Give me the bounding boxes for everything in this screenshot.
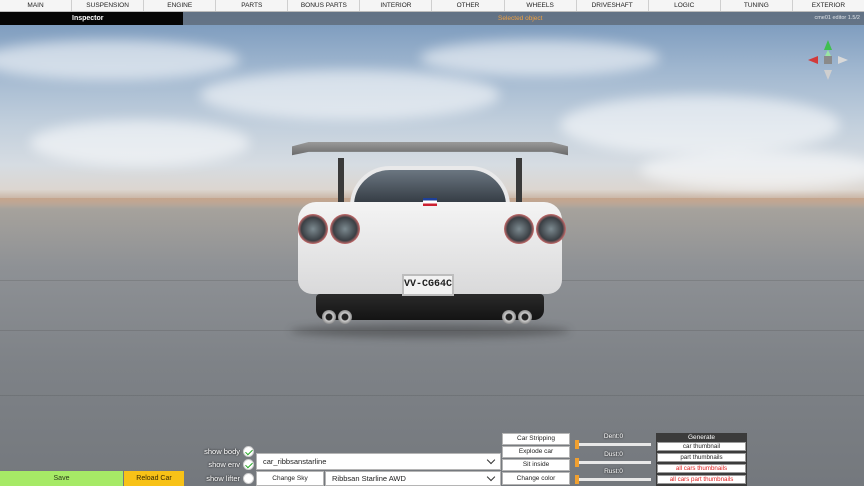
change-color-button[interactable]: Change color: [502, 472, 570, 485]
menu-item-logic[interactable]: LOGIC: [649, 0, 721, 11]
sit-inside-button[interactable]: Sit inside: [502, 459, 570, 471]
toggle-show-lifter[interactable]: show lifter: [186, 471, 254, 485]
sky-cloud: [420, 40, 660, 76]
toggle-show-env[interactable]: show env: [186, 457, 254, 471]
sky-cloud: [560, 95, 840, 155]
toggle-show-body[interactable]: show body: [186, 444, 254, 458]
generate-car-thumbnail-button[interactable]: car thumbnail: [657, 442, 746, 451]
tail-light: [298, 214, 328, 244]
menu-item-suspension[interactable]: SUSPENSION: [72, 0, 145, 11]
checkbox-show-lifter[interactable]: [243, 472, 254, 484]
exhaust-tip: [518, 310, 532, 324]
generate-panel: Generate car thumbnail part thumbnails a…: [656, 433, 747, 486]
axis-gizmo-icon[interactable]: [806, 38, 850, 82]
slider-handle[interactable]: [575, 458, 579, 467]
menu-item-other[interactable]: OTHER: [432, 0, 505, 11]
slider-track[interactable]: [575, 461, 651, 464]
menu-item-wheels[interactable]: WHEELS: [505, 0, 577, 11]
rear-spoiler: [292, 142, 568, 156]
chevron-down-icon: [486, 455, 496, 465]
save-button[interactable]: Save: [0, 471, 123, 486]
dust-slider-label: Dust:0: [604, 451, 623, 458]
generate-title: Generate: [687, 434, 716, 441]
car-shadow: [290, 324, 570, 338]
dent-slider-label: Dent:0: [603, 433, 624, 440]
change-sky-button[interactable]: Change Sky: [256, 471, 324, 486]
menu-item-main[interactable]: MAIN: [0, 0, 73, 11]
car-select-dropdown[interactable]: car_ribbsanstarline: [256, 453, 501, 470]
inspector-tab[interactable]: Inspector: [0, 12, 183, 25]
chevron-down-icon: [486, 472, 496, 482]
gizmo-x-right-arrow: [838, 56, 848, 64]
dust-slider[interactable]: Dust:0: [571, 451, 656, 468]
toggle-label: show env: [208, 459, 240, 469]
model-select-value: Ribbsan Starline AWD: [332, 474, 406, 483]
flag-sticker: [423, 198, 437, 206]
gizmo-y-up-arrow: [824, 40, 832, 50]
gizmo-x-left-arrow: [808, 56, 818, 64]
slider-handle[interactable]: [575, 440, 579, 449]
slider-track[interactable]: [575, 443, 651, 446]
sky-cloud: [640, 150, 864, 190]
reload-car-button[interactable]: Reload Car: [124, 471, 184, 486]
menu-item-bonus-parts[interactable]: BONUS PARTS: [288, 0, 361, 11]
sky-cloud: [30, 120, 250, 166]
sky-cloud: [0, 40, 240, 80]
generate-all-cars-part-thumbnails-button[interactable]: all cars part thumbnails: [657, 475, 746, 484]
exhaust-tip: [338, 310, 352, 324]
ground-line: [0, 395, 864, 396]
slider-handle[interactable]: [575, 475, 579, 484]
menu-item-engine[interactable]: ENGINE: [144, 0, 217, 11]
car-stripping-button[interactable]: Car Stripping: [502, 433, 570, 445]
car-select-value: car_ribbsanstarline: [263, 457, 327, 466]
exhaust-tip: [322, 310, 336, 324]
3d-viewport[interactable]: VV-CG64C: [0, 0, 864, 486]
toggle-label: show lifter: [206, 473, 240, 483]
version-text: cme01 editor 1.5/2: [814, 15, 860, 21]
tail-light: [330, 214, 360, 244]
menu-item-interior[interactable]: INTERIOR: [360, 0, 433, 11]
tail-light: [504, 214, 534, 244]
toggle-label: show body: [204, 446, 240, 456]
dent-slider[interactable]: Dent:0: [571, 433, 656, 450]
rust-slider[interactable]: Rust:0: [571, 468, 656, 485]
menu-item-tuning[interactable]: TUNING: [721, 0, 793, 11]
sky-cloud: [200, 70, 500, 120]
gizmo-center: [824, 56, 832, 64]
checkbox-show-body[interactable]: [243, 445, 254, 457]
spoiler-post: [338, 158, 344, 202]
main-menu-bar: MAIN SUSPENSION ENGINE PARTS BONUS PARTS INTE…: [0, 0, 864, 12]
menu-item-exterior[interactable]: EXTERIOR: [793, 0, 864, 11]
tail-light: [536, 214, 566, 244]
checkbox-show-env[interactable]: [243, 458, 254, 470]
license-plate: VV-CG64C: [402, 274, 454, 296]
generate-part-thumbnails-button[interactable]: part thumbnails: [657, 453, 746, 462]
menu-item-driveshaft[interactable]: DRIVESHAFT: [577, 0, 649, 11]
slider-track[interactable]: [575, 478, 651, 481]
exhaust-tip: [502, 310, 516, 324]
model-select-dropdown[interactable]: Ribbsan Starline AWD: [325, 471, 501, 486]
selected-object-label: Selected object: [498, 15, 543, 22]
explode-car-button[interactable]: Explode car: [502, 446, 570, 458]
spoiler-post: [516, 158, 522, 202]
rust-slider-label: Rust:0: [604, 468, 623, 475]
menu-item-parts[interactable]: PARTS: [216, 0, 289, 11]
gizmo-y-down-arrow: [824, 70, 832, 80]
car-model[interactable]: VV-CG64C: [280, 138, 580, 338]
inspector-bar: Inspector Selected object cme01 editor 1…: [0, 12, 864, 25]
generate-all-cars-thumbnails-button[interactable]: all cars thumbnails: [657, 464, 746, 473]
